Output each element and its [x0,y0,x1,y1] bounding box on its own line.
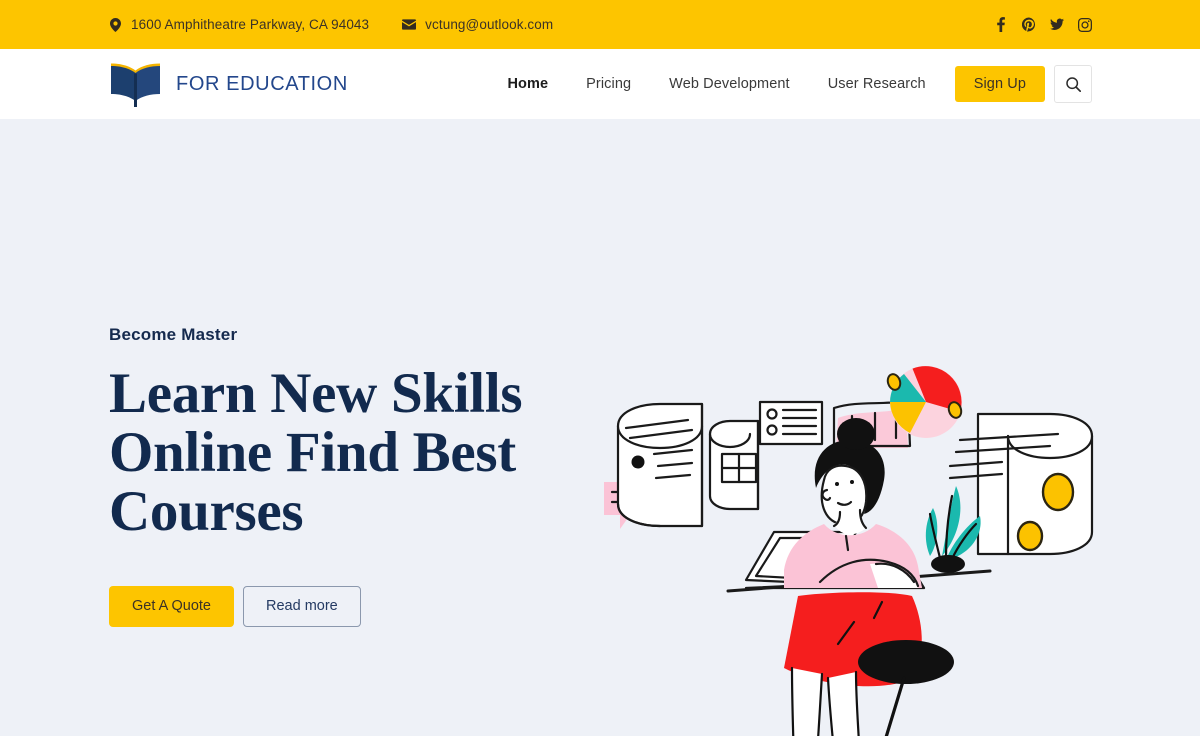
facebook-icon[interactable] [994,17,1008,33]
nav-item-home[interactable]: Home [488,76,567,92]
brand-text: FOR EDUCATION [176,72,348,95]
search-icon [1065,76,1081,92]
search-button[interactable] [1054,65,1092,103]
main-navigation-bar: FOR EDUCATION Home Pricing Web Developme… [0,49,1200,119]
email-text: vctung@outlook.com [425,17,554,32]
woman-studying-laptop-illustration [588,356,1118,736]
twitter-icon[interactable] [1050,17,1064,33]
sign-up-button[interactable]: Sign Up [954,65,1045,103]
hero-section: Become Master Learn New Skills Online Fi… [0,119,1200,736]
pinterest-icon[interactable] [1022,17,1036,33]
hero-eyebrow: Become Master [109,325,238,344]
email-block[interactable]: vctung@outlook.com [402,17,553,32]
hero-copy: Become Master Learn New Skills Online Fi… [109,325,589,627]
nav-item-user-research[interactable]: User Research [809,76,945,92]
address-block: 1600 Amphitheatre Parkway, CA 94043 [108,17,369,32]
read-more-button[interactable]: Read more [243,586,361,627]
nav-item-pricing[interactable]: Pricing [567,76,650,92]
open-book-icon [111,63,160,107]
hero-headline: Learn New Skills Online Find Best Course… [109,362,523,543]
instagram-icon[interactable] [1078,17,1092,33]
address-text: 1600 Amphitheatre Parkway, CA 94043 [131,17,370,32]
get-a-quote-button[interactable]: Get A Quote [109,586,234,627]
nav-item-web-development[interactable]: Web Development [650,76,809,92]
envelope-icon [402,19,417,30]
location-pin-icon [108,17,122,32]
hero-cta-group: Get A Quote Read more [109,586,589,627]
social-links [994,17,1092,33]
brand-logo[interactable]: FOR EDUCATION [108,61,348,107]
top-contact-bar: 1600 Amphitheatre Parkway, CA 94043 vctu… [0,0,1200,49]
nav-menu: Home Pricing Web Development User Resear… [488,65,1092,103]
